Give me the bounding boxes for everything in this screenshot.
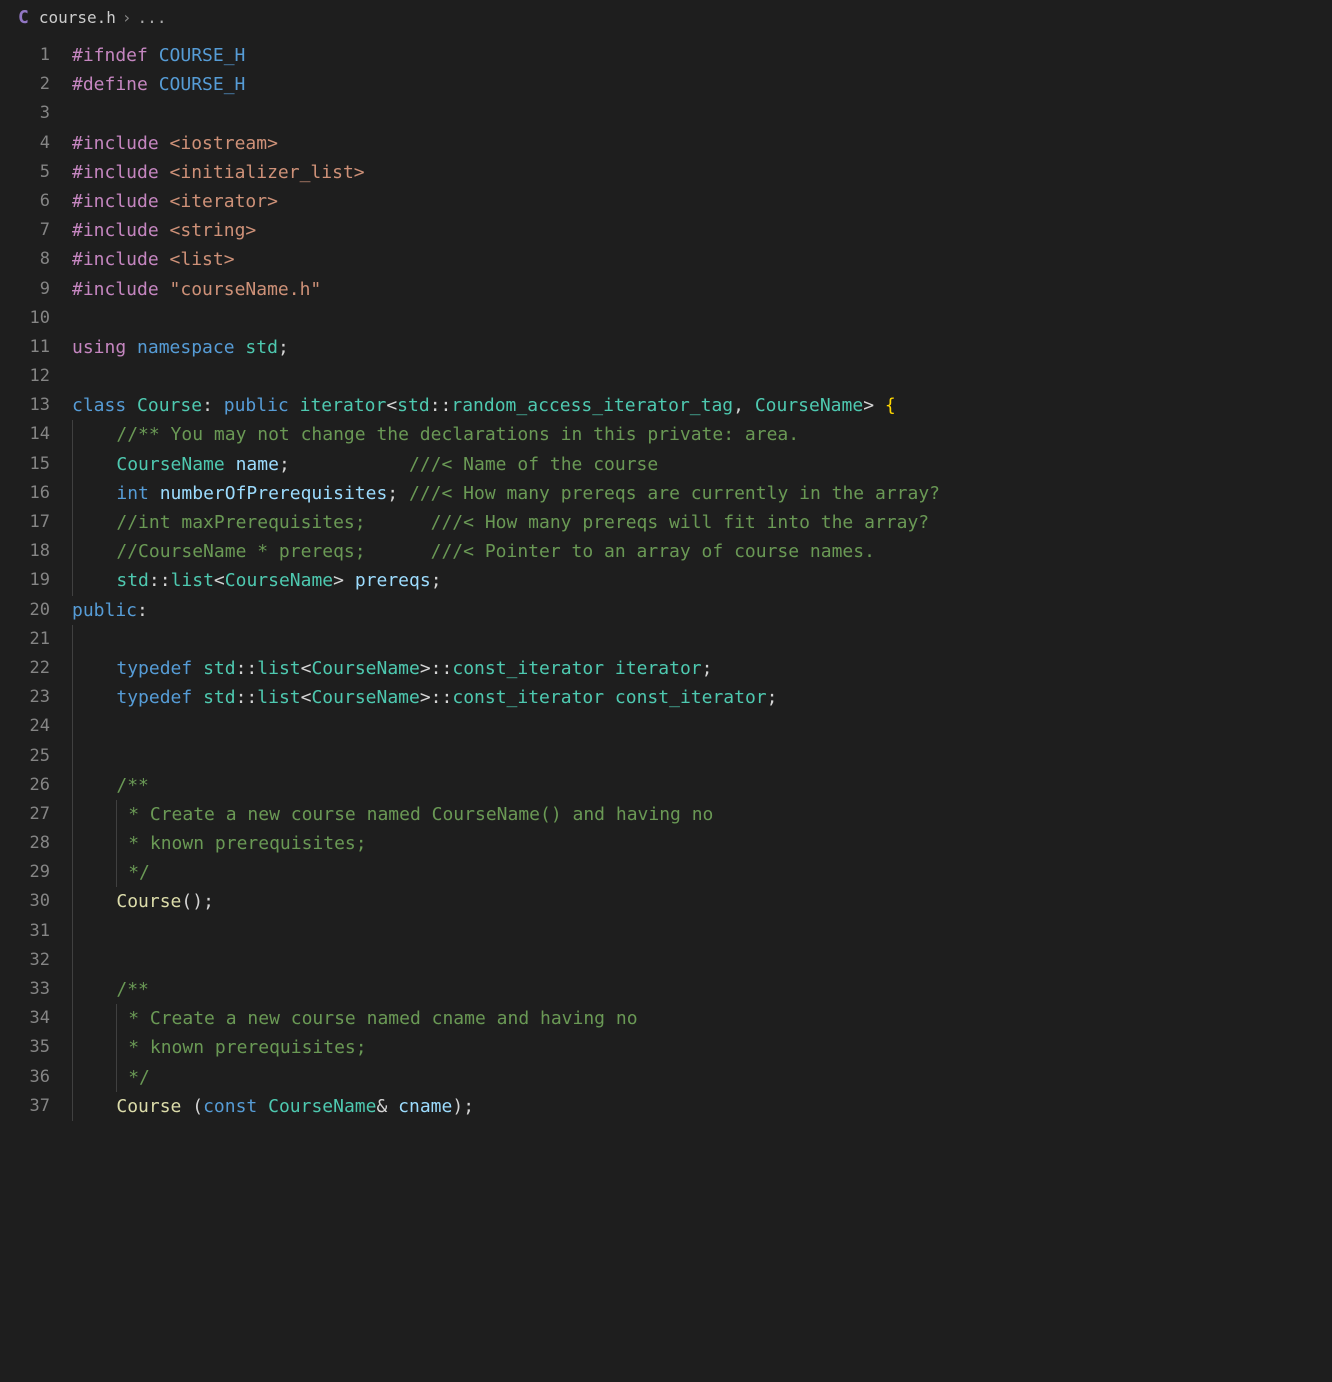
code-line[interactable]: #define COURSE_H (72, 70, 1332, 99)
code-line[interactable] (72, 99, 1332, 128)
line-number: 32 (0, 946, 50, 975)
line-number: 15 (0, 450, 50, 479)
line-number: 23 (0, 683, 50, 712)
line-number: 17 (0, 508, 50, 537)
code-line[interactable]: #include <string> (72, 216, 1332, 245)
line-number: 29 (0, 858, 50, 887)
line-number: 6 (0, 187, 50, 216)
line-number: 9 (0, 275, 50, 304)
code-line[interactable]: #include <list> (72, 245, 1332, 274)
line-number: 7 (0, 216, 50, 245)
line-number: 22 (0, 654, 50, 683)
line-number: 21 (0, 625, 50, 654)
line-number: 1 (0, 41, 50, 70)
line-number: 25 (0, 742, 50, 771)
code-line[interactable]: * known prerequisites; (72, 1033, 1332, 1062)
code-line[interactable]: std::list<CourseName> prereqs; (72, 566, 1332, 595)
code-line[interactable]: //int maxPrerequisites; ///< How many pr… (72, 508, 1332, 537)
code-line[interactable]: using namespace std; (72, 333, 1332, 362)
code-line[interactable]: #include <initializer_list> (72, 158, 1332, 187)
code-line[interactable]: int numberOfPrerequisites; ///< How many… (72, 479, 1332, 508)
code-line[interactable]: /** (72, 771, 1332, 800)
line-number: 27 (0, 800, 50, 829)
line-number: 10 (0, 304, 50, 333)
c-file-icon: C (18, 7, 29, 28)
line-number: 4 (0, 129, 50, 158)
code-line[interactable]: #include "courseName.h" (72, 275, 1332, 304)
line-number: 18 (0, 537, 50, 566)
line-number-gutter: 1 2 3 4 5 6 7 8 9 10 11 12 13 14 15 16 1… (0, 41, 72, 1121)
line-number: 26 (0, 771, 50, 800)
code-line[interactable]: #include <iostream> (72, 129, 1332, 158)
code-line[interactable]: * known prerequisites; (72, 829, 1332, 858)
line-number: 33 (0, 975, 50, 1004)
code-area[interactable]: #ifndef COURSE_H #define COURSE_H #inclu… (72, 41, 1332, 1121)
code-line[interactable]: typedef std::list<CourseName>::const_ite… (72, 683, 1332, 712)
code-line[interactable]: */ (72, 858, 1332, 887)
line-number: 2 (0, 70, 50, 99)
breadcrumb-separator-icon: › (122, 8, 132, 27)
code-line[interactable] (72, 712, 1332, 741)
tab-filename[interactable]: course.h (39, 8, 116, 27)
code-line[interactable]: Course (const CourseName& cname); (72, 1092, 1332, 1121)
code-line[interactable]: /** (72, 975, 1332, 1004)
code-line[interactable]: Course(); (72, 887, 1332, 916)
code-line[interactable]: CourseName name; ///< Name of the course (72, 450, 1332, 479)
line-number: 8 (0, 245, 50, 274)
line-number: 19 (0, 566, 50, 595)
line-number: 20 (0, 596, 50, 625)
code-line[interactable] (72, 946, 1332, 975)
breadcrumb-ellipsis[interactable]: ... (138, 8, 167, 27)
code-line[interactable]: * Create a new course named cname and ha… (72, 1004, 1332, 1033)
line-number: 11 (0, 333, 50, 362)
line-number: 30 (0, 887, 50, 916)
line-number: 13 (0, 391, 50, 420)
line-number: 35 (0, 1033, 50, 1062)
line-number: 24 (0, 712, 50, 741)
code-line[interactable]: #include <iterator> (72, 187, 1332, 216)
code-line[interactable]: #ifndef COURSE_H (72, 41, 1332, 70)
line-number: 36 (0, 1063, 50, 1092)
breadcrumb-bar[interactable]: C course.h › ... (0, 0, 1332, 35)
code-line[interactable] (72, 625, 1332, 654)
code-line[interactable] (72, 304, 1332, 333)
code-line[interactable]: //CourseName * prereqs; ///< Pointer to … (72, 537, 1332, 566)
code-line[interactable]: class Course: public iterator<std::rando… (72, 391, 1332, 420)
code-editor[interactable]: 1 2 3 4 5 6 7 8 9 10 11 12 13 14 15 16 1… (0, 35, 1332, 1121)
code-line[interactable]: * Create a new course named CourseName()… (72, 800, 1332, 829)
line-number: 31 (0, 917, 50, 946)
code-line[interactable] (72, 362, 1332, 391)
line-number: 3 (0, 99, 50, 128)
code-line[interactable]: typedef std::list<CourseName>::const_ite… (72, 654, 1332, 683)
code-line[interactable] (72, 917, 1332, 946)
code-line[interactable] (72, 742, 1332, 771)
line-number: 37 (0, 1092, 50, 1121)
line-number: 14 (0, 420, 50, 449)
code-line[interactable]: */ (72, 1063, 1332, 1092)
line-number: 12 (0, 362, 50, 391)
line-number: 16 (0, 479, 50, 508)
code-line[interactable]: public: (72, 596, 1332, 625)
code-line[interactable]: //** You may not change the declarations… (72, 420, 1332, 449)
line-number: 5 (0, 158, 50, 187)
line-number: 28 (0, 829, 50, 858)
line-number: 34 (0, 1004, 50, 1033)
